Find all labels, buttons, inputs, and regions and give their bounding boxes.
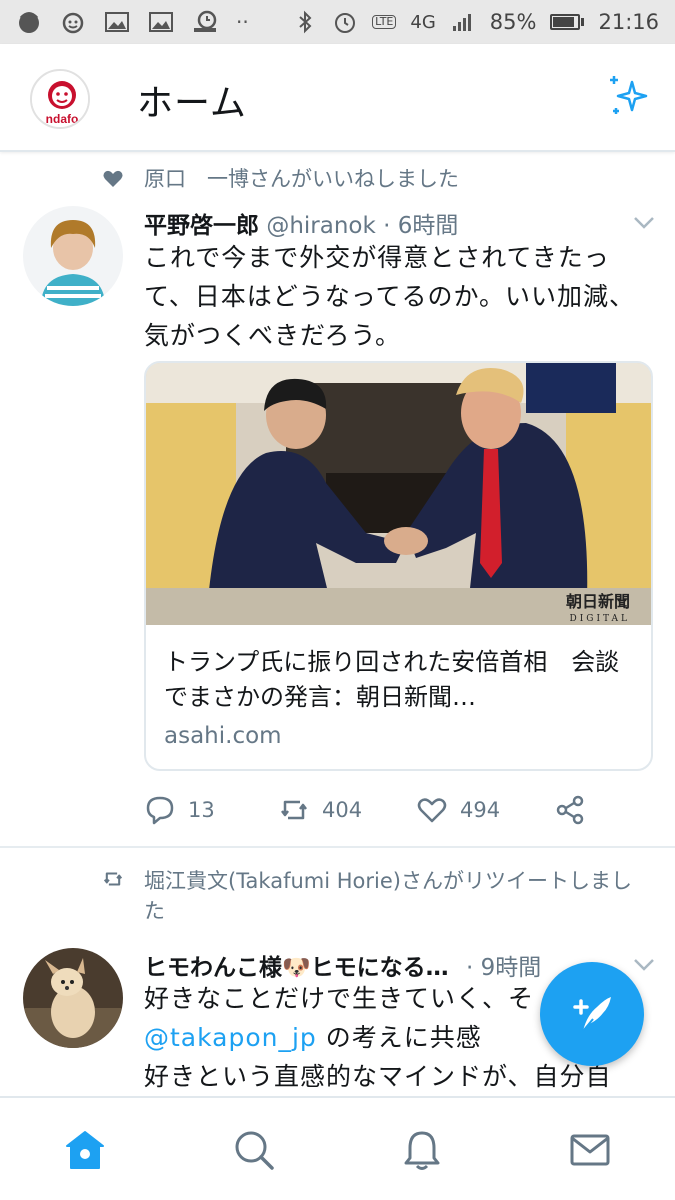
retweet-count: 404 xyxy=(322,798,363,822)
avatar[interactable] xyxy=(23,206,123,306)
svg-text:朝日新聞: 朝日新聞 xyxy=(566,592,630,611)
network-4g-icon: 4G xyxy=(410,11,436,33)
battery-icon xyxy=(550,14,585,30)
card-title: トランプ氏に振り回された安倍首相 会談でまさかの発言：朝日新聞… xyxy=(164,648,620,711)
clock: 21:16 xyxy=(598,10,659,34)
messages-icon[interactable] xyxy=(568,1128,612,1172)
profile-avatar[interactable]: ndafo xyxy=(30,69,90,129)
retweet-icon xyxy=(281,800,307,820)
tweet-header: 平野啓一郎 @hiranok · 6時間 xyxy=(144,206,458,240)
volte-icon: LTE xyxy=(372,15,397,29)
tweet-actions: 13 404 494 xyxy=(144,794,604,830)
author-name[interactable]: 平野啓一郎 xyxy=(144,213,259,239)
screen-record-icon xyxy=(194,10,217,32)
compose-tweet-button[interactable] xyxy=(540,962,644,1066)
alarm-clock-icon xyxy=(62,12,84,34)
avatar-image xyxy=(23,206,123,306)
like-icon xyxy=(417,798,447,823)
retweet-button[interactable]: 404 xyxy=(278,794,362,826)
reply-button[interactable]: 13 xyxy=(144,794,215,826)
timeline[interactable]: 原口 一博さんがいいねしました 平野啓一郎 @hiranok · 6時間 これで… xyxy=(0,154,675,1096)
signal-icon xyxy=(452,14,471,31)
social-context: 堀江貴文(Takafumi Horie)さんがリツイートしました xyxy=(144,869,632,923)
profile-avatar-image: ndafo xyxy=(32,71,88,127)
share-icon xyxy=(556,795,584,825)
sparkle-icon[interactable] xyxy=(606,74,652,120)
retweet-icon xyxy=(103,872,123,886)
battery-percent: 85% xyxy=(489,10,537,34)
top-app-bar: ndafo ホーム xyxy=(0,44,675,152)
share-button[interactable] xyxy=(554,794,586,826)
svg-text:ndafo: ndafo xyxy=(46,112,79,126)
tweet-header: ヒモわんこ様🐶ヒモになる… · 9時間 xyxy=(144,948,541,982)
reply-icon xyxy=(146,796,174,825)
chevron-down-icon[interactable] xyxy=(633,958,655,972)
status-bar: ·· LTE 4G 85% 21:16 xyxy=(0,0,675,44)
social-context: 原口 一博さんがいいねしました xyxy=(144,167,459,191)
avatar[interactable] xyxy=(23,948,123,1048)
image-icon xyxy=(105,12,129,32)
tweet-text: これで今まで外交が得意とされてきたって、日本はどうなってるのか。いい加減、気がつ… xyxy=(144,243,636,350)
more-dots-icon: ·· xyxy=(236,10,249,34)
home-icon[interactable] xyxy=(63,1128,107,1172)
bluetooth-icon xyxy=(299,10,312,34)
bottom-navigation xyxy=(0,1096,675,1200)
search-icon[interactable] xyxy=(232,1128,276,1172)
author-handle-time: @hiranok · 6時間 xyxy=(266,213,459,239)
like-count: 494 xyxy=(460,798,501,822)
alarm-icon xyxy=(335,13,356,33)
tweet-text-fragment: の考えに共感 xyxy=(316,1023,482,1052)
compose-feather-icon xyxy=(573,997,611,1032)
notifications-icon[interactable] xyxy=(400,1128,444,1172)
reply-count: 13 xyxy=(188,798,215,822)
card-image: 朝日新聞 DIGITAL xyxy=(146,363,651,625)
heart-icon xyxy=(103,170,123,187)
author-name[interactable]: ヒモわんこ様🐶ヒモになる… xyxy=(144,955,449,981)
tweet[interactable]: 原口 一博さんがいいねしました 平野啓一郎 @hiranok · 6時間 これで… xyxy=(0,154,675,846)
mention-link[interactable]: @takapon_jp xyxy=(144,1023,317,1052)
like-button[interactable]: 494 xyxy=(416,794,500,826)
chevron-down-icon[interactable] xyxy=(633,216,655,230)
image-icon xyxy=(149,12,173,32)
link-card[interactable]: 朝日新聞 DIGITAL トランプ氏に振り回された安倍首相 会談でまさかの発言：… xyxy=(144,361,653,771)
sad-face-icon xyxy=(19,12,39,33)
card-domain: asahi.com xyxy=(164,723,282,749)
svg-text:DIGITAL: DIGITAL xyxy=(569,614,630,624)
author-handle-time: · 9時間 xyxy=(465,955,542,981)
avatar-image xyxy=(23,948,123,1048)
page-title: ホーム xyxy=(137,83,247,124)
